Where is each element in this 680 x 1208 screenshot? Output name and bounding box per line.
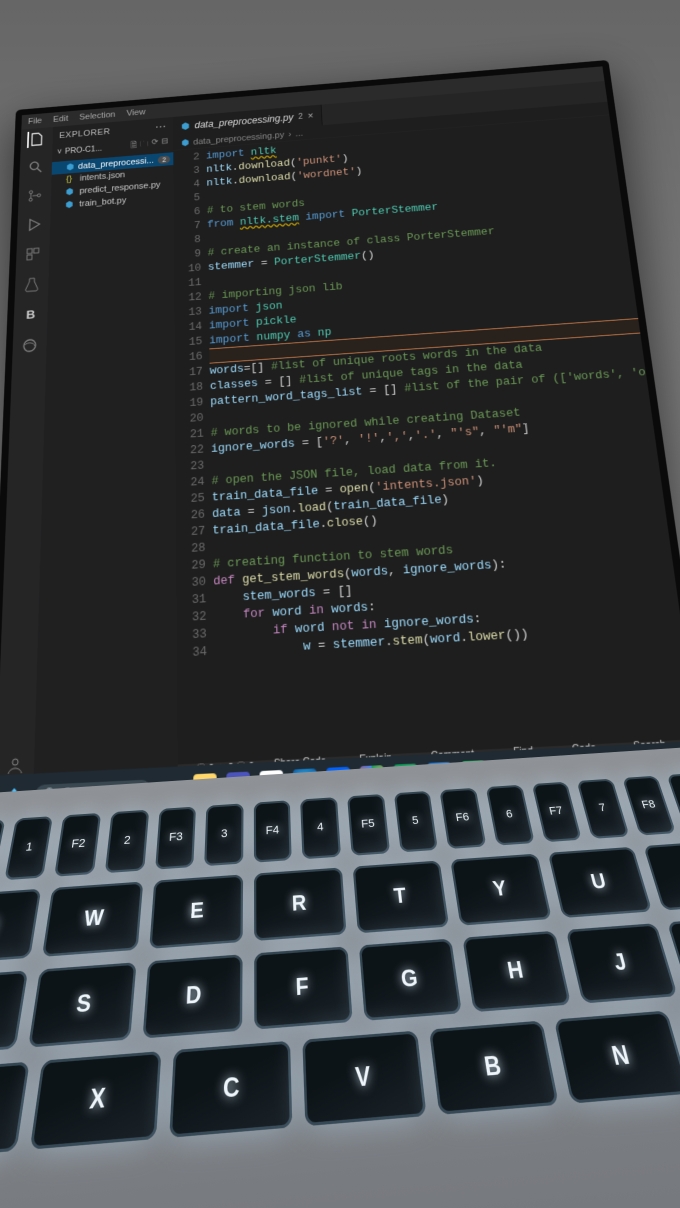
python-file-icon: ⬢ [66, 186, 76, 197]
keyboard-key: F7 [531, 782, 582, 843]
testing-icon[interactable] [22, 275, 41, 294]
keyboard-key: B [429, 1021, 559, 1115]
keyboard-key: G [359, 939, 462, 1021]
extensions-icon[interactable] [23, 245, 42, 264]
keyboard-key: H [463, 931, 571, 1012]
keyboard-key: 7 [577, 779, 630, 839]
keyboard-key: 3 [204, 803, 243, 866]
collapse-icon[interactable]: ⊟ [162, 137, 169, 150]
keyboard-key: Q [0, 889, 42, 965]
new-file-icon[interactable]: 🗎 [130, 140, 137, 153]
edge-icon[interactable] [20, 336, 39, 355]
keyboard-key: X [30, 1051, 161, 1149]
python-file-icon: ⬢ [181, 138, 189, 148]
vscode-window: File Edit Selection View B [0, 60, 680, 826]
source-control-icon[interactable] [26, 187, 44, 205]
menu-selection[interactable]: Selection [79, 110, 115, 122]
tab-badge: 2 [298, 112, 303, 120]
keyboard-key: S [28, 962, 136, 1047]
menu-view[interactable]: View [126, 108, 145, 118]
keyboard-key: A [0, 970, 28, 1056]
project-name: PRO-C1... [65, 145, 102, 156]
bold-b-icon[interactable]: B [21, 305, 40, 324]
keyboard-key: F2 [54, 813, 101, 877]
file-name: train_bot.py [79, 196, 126, 209]
code-editor[interactable]: 2345678910111213141516171819202122232425… [173, 115, 680, 764]
keyboard-key: D [142, 954, 242, 1038]
keyboard-key: F1 [0, 819, 5, 884]
keyboard-key: F3 [155, 807, 197, 870]
keyboard-key: C [169, 1041, 292, 1138]
keyboard-key: 2 [105, 810, 149, 873]
chevron-right-icon: › [288, 130, 291, 139]
keyboard-key: F4 [254, 800, 293, 862]
keyboard-key: Y [450, 854, 551, 926]
refresh-icon[interactable]: ⟳ [152, 138, 159, 151]
run-debug-icon[interactable] [25, 215, 44, 233]
code-lines[interactable]: import nltknltk.download('punkt')nltk.do… [206, 115, 680, 762]
python-file-icon: ⬢ [66, 162, 74, 172]
laptop-keyboard: F11F22F33F44F55F66F77F88QWERTYUIASDFGHJK… [0, 746, 680, 1208]
explorer-more-icon[interactable]: ⋯ [155, 120, 167, 133]
keyboard-key: R [254, 867, 347, 941]
files-icon[interactable] [27, 131, 45, 148]
keyboard-key: T [353, 860, 450, 933]
explorer-title: EXPLORER [59, 127, 110, 140]
keyboard-key: Z [0, 1062, 30, 1162]
keyboard-key: 1 [4, 816, 53, 880]
breadcrumb-rest: ... [295, 129, 303, 139]
python-file-icon: ⬢ [65, 199, 75, 210]
keyboard-key: F [254, 946, 353, 1029]
keyboard-key: F5 [347, 794, 390, 856]
chevron-down-icon: ˅ [57, 148, 62, 156]
keyboard-key: 5 [393, 791, 438, 853]
close-icon[interactable]: × [307, 110, 313, 121]
new-folder-icon[interactable]: 🗀 [140, 139, 148, 152]
file-list: ⬢ data_preprocessi... 2 {} intents.json … [51, 151, 174, 214]
menu-edit[interactable]: Edit [53, 114, 68, 124]
keyboard-key: N [554, 1011, 680, 1104]
keyboard-key: E [149, 874, 243, 948]
json-file-icon: {} [66, 174, 76, 184]
keyboard-key: 4 [300, 797, 341, 859]
keyboard-key: 6 [486, 785, 535, 846]
keyboard-key: F8 [622, 776, 677, 836]
explorer-sidebar: EXPLORER ⋯ ˅ PRO-C1... 🗎 🗀 ⟳ ⊟ ⬢ [33, 117, 178, 816]
menu-file[interactable]: File [28, 116, 42, 126]
python-file-icon: ⬢ [181, 121, 190, 132]
keyboard-key: J [565, 923, 677, 1003]
search-icon[interactable] [27, 158, 45, 176]
editor-area: ⬢ data_preprocessing.py 2 × ⬢ data_prepr… [173, 81, 680, 809]
keyboard-key: V [302, 1031, 427, 1127]
file-badge: 2 [158, 155, 170, 163]
keyboard-key: W [42, 882, 143, 957]
keyboard-key: U [547, 847, 652, 918]
keyboard-key: F6 [440, 788, 487, 849]
